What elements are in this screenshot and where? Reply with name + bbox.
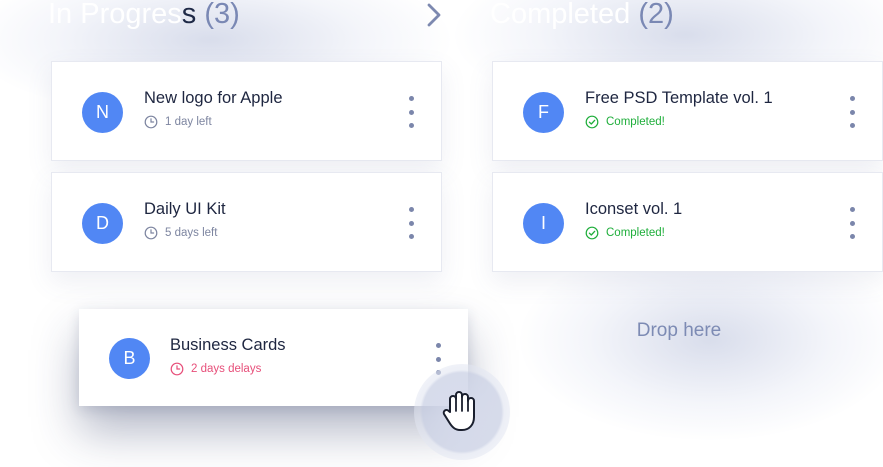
task-card-iconset[interactable]: I Iconset vol. 1 Completed! [492, 172, 883, 272]
card-title: Business Cards [170, 336, 286, 354]
task-card-new-logo[interactable]: N New logo for Apple 1 day left [51, 61, 442, 161]
more-vertical-icon[interactable] [409, 96, 415, 128]
avatar: I [523, 203, 564, 244]
card-meta: 2 days delays [170, 362, 261, 376]
check-circle-icon [585, 226, 599, 240]
task-card-business-cards-dragging[interactable]: B Business Cards 2 days delays [79, 309, 468, 406]
more-vertical-icon[interactable] [409, 207, 415, 239]
grab-hand-cursor-icon [442, 391, 475, 431]
card-meta-text: 2 days delays [191, 363, 262, 375]
card-title: Daily UI Kit [144, 200, 226, 218]
more-vertical-icon[interactable] [850, 207, 856, 239]
card-title: New logo for Apple [144, 89, 283, 107]
card-meta-text: Completed! [606, 227, 665, 239]
avatar: B [109, 338, 150, 379]
avatar: F [523, 92, 564, 133]
clock-icon [144, 226, 158, 240]
card-meta-text: 5 days left [165, 227, 218, 239]
column-count: (2) [638, 0, 674, 30]
card-meta: 1 day left [144, 115, 212, 129]
check-circle-icon [585, 115, 599, 129]
avatar: D [82, 203, 123, 244]
clock-icon [144, 115, 158, 129]
card-meta-text: Completed! [606, 116, 665, 128]
task-card-free-psd[interactable]: F Free PSD Template vol. 1 Completed! [492, 61, 883, 161]
drop-zone[interactable]: Drop here [606, 320, 752, 342]
chevron-right-icon[interactable] [423, 2, 445, 28]
card-meta: Completed! [585, 115, 665, 129]
card-meta-text: 1 day left [165, 116, 212, 128]
column-title-text: Completed [490, 0, 631, 30]
column-title-text-end: s [181, 0, 197, 30]
more-vertical-icon[interactable] [850, 96, 856, 128]
column-title-text: In Progres [48, 0, 182, 30]
avatar: N [82, 92, 123, 133]
column-title-in-progress: In Progress (3) [48, 0, 240, 34]
column-title-completed: Completed (2) [490, 0, 674, 34]
card-meta: 5 days left [144, 226, 217, 240]
card-title: Iconset vol. 1 [585, 200, 683, 218]
card-meta: Completed! [585, 226, 665, 240]
task-card-daily-ui-kit[interactable]: D Daily UI Kit 5 days left [51, 172, 442, 272]
column-count: (3) [204, 0, 240, 30]
clock-icon [170, 362, 184, 376]
card-title: Free PSD Template vol. 1 [585, 89, 773, 107]
